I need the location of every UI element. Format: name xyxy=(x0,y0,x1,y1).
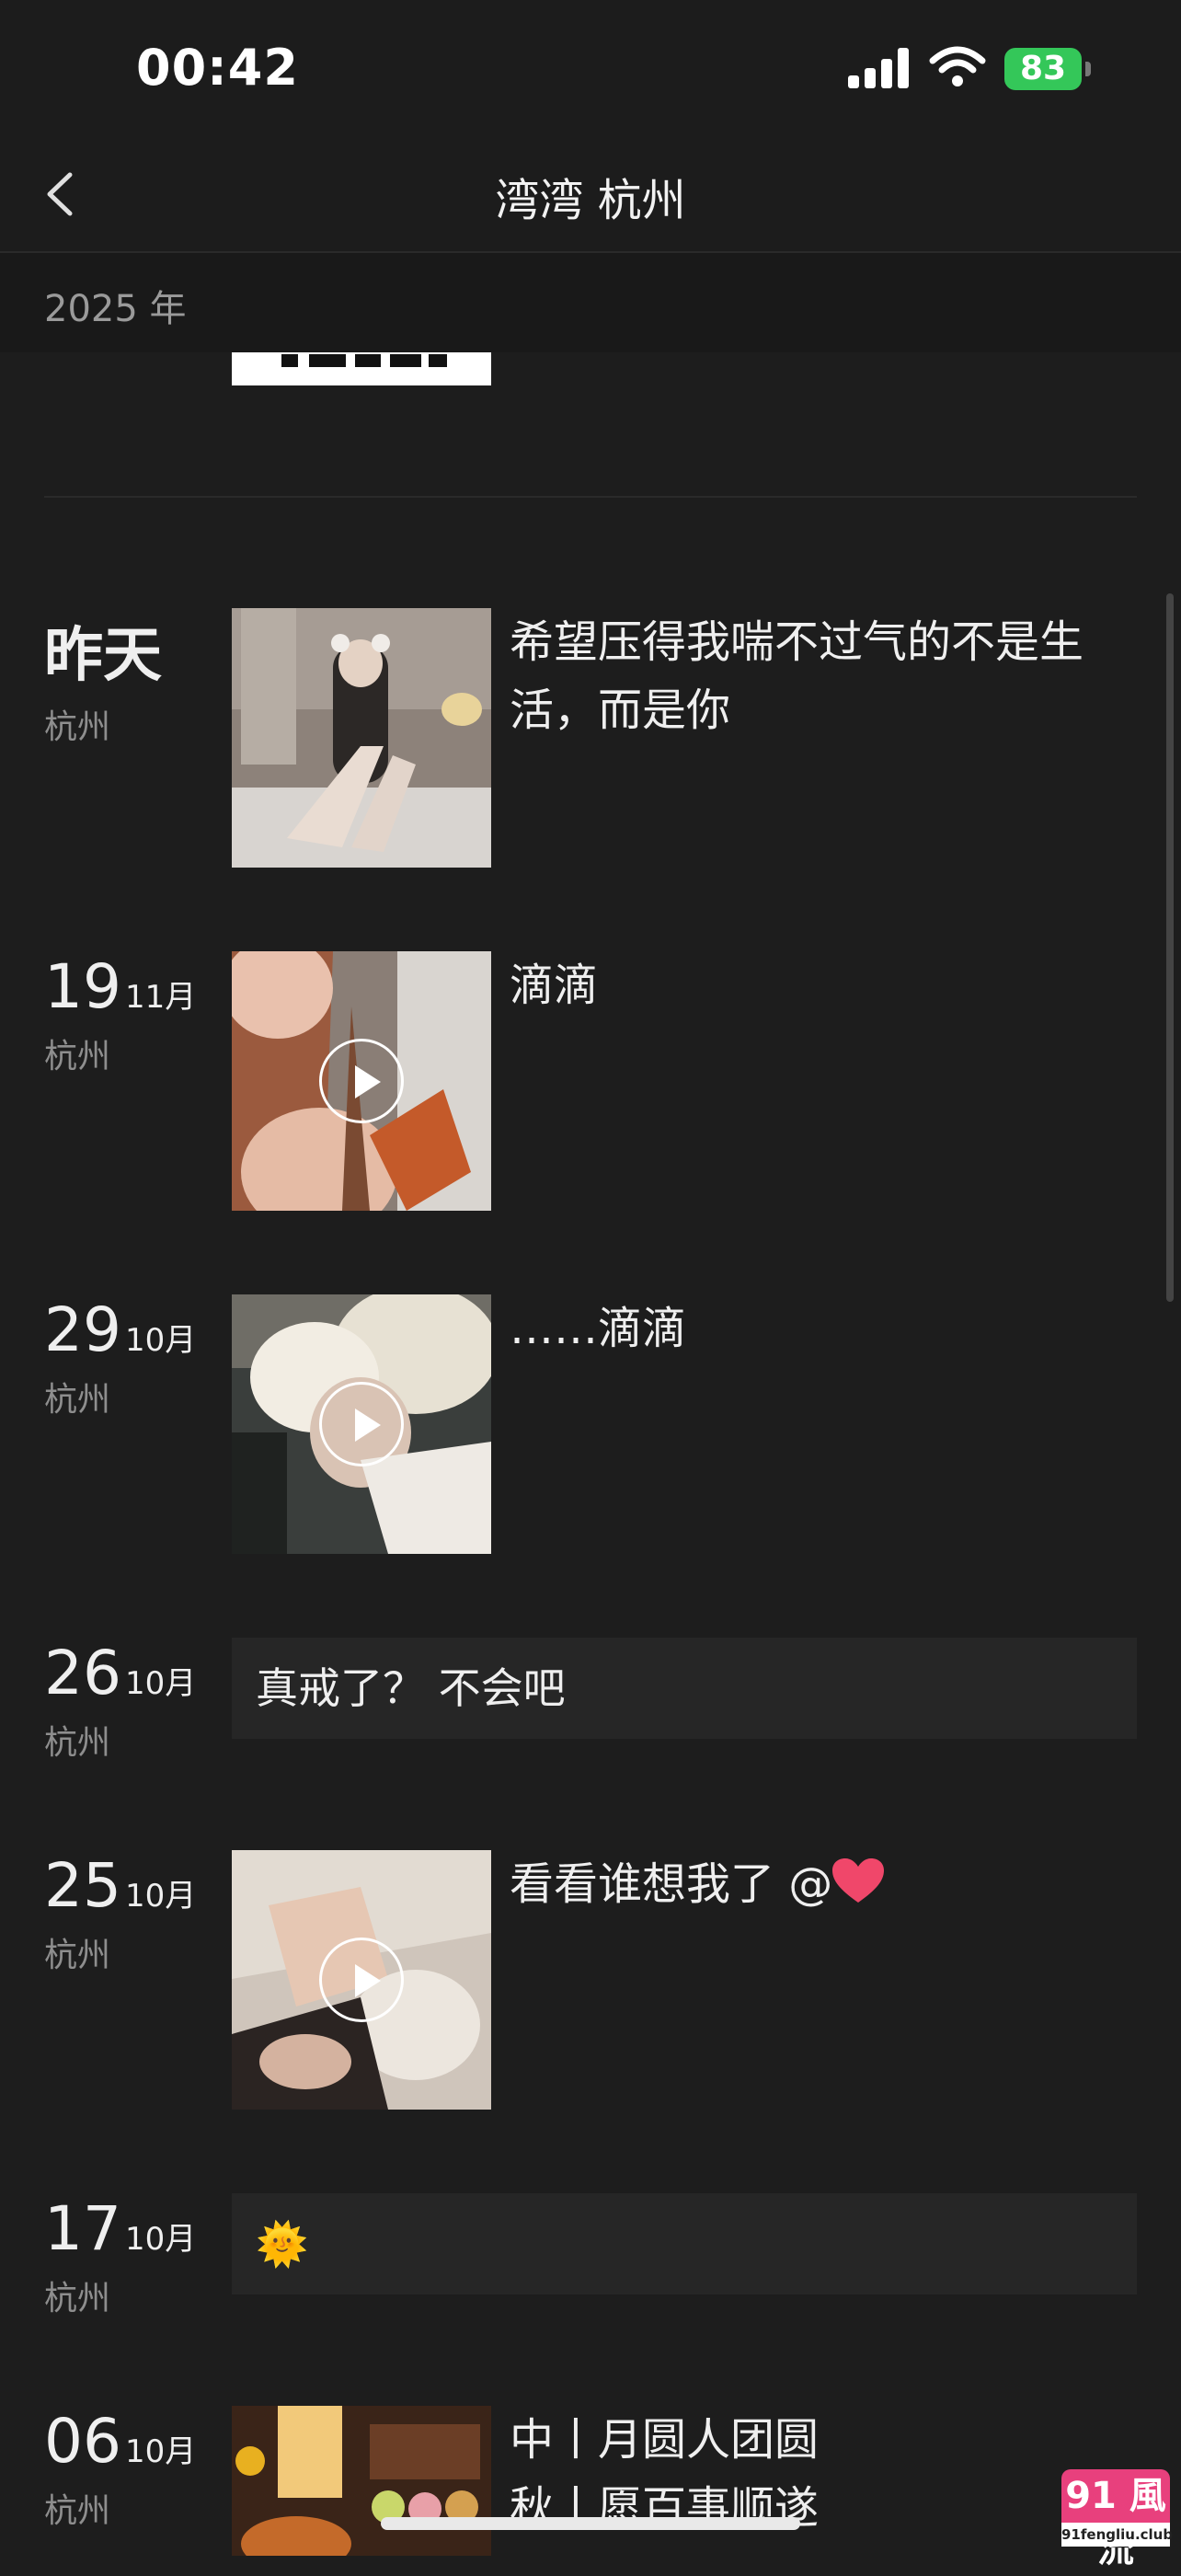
date-day: 昨天 xyxy=(44,622,162,690)
date-column: 19 11月 杭州 xyxy=(44,951,228,1077)
post-caption: 看看谁想我了 @ xyxy=(510,1850,1153,1918)
post-location: 杭州 xyxy=(44,2492,111,2530)
year-label: 2025 年 xyxy=(44,288,187,330)
post-caption-line: 中丨月圆人团圆 xyxy=(510,2414,820,2466)
post-location: 杭州 xyxy=(44,2280,111,2317)
status-time: 00:42 xyxy=(136,39,299,97)
date-day: 17 xyxy=(44,2193,121,2264)
post-thumbnail-partial[interactable] xyxy=(232,352,491,385)
post-caption: 滴滴 xyxy=(510,960,599,1011)
site-watermark-logo: 91 風流 91fengliu.club xyxy=(1061,2469,1173,2570)
date-column: 29 10月 杭州 xyxy=(44,1294,228,1420)
battery-level: 83 xyxy=(1004,48,1082,90)
text-post-card[interactable]: 🌞 xyxy=(232,2193,1137,2294)
wifi-icon xyxy=(929,44,986,88)
post-caption: ……滴滴 xyxy=(510,1303,687,1354)
post-location: 杭州 xyxy=(44,1937,111,1974)
post-video-thumbnail[interactable] xyxy=(232,951,491,1211)
play-icon[interactable] xyxy=(319,1039,404,1123)
post-location: 杭州 xyxy=(44,1724,111,1762)
date-day: 29 xyxy=(44,1294,121,1365)
play-icon[interactable] xyxy=(319,1382,404,1466)
post-video-thumbnail[interactable] xyxy=(232,1850,491,2110)
date-month: 10月 xyxy=(124,2221,197,2258)
post-caption-text: 看看谁想我了 @ xyxy=(510,1858,833,1910)
date-month: 11月 xyxy=(124,979,197,1016)
post-caption-line: 秋丨愿百事顺遂 xyxy=(510,2482,820,2534)
date-month: 10月 xyxy=(124,1878,197,1915)
year-section-header: 2025 年 xyxy=(0,253,1181,352)
date-day: 25 xyxy=(44,1850,121,1921)
date-month: 10月 xyxy=(124,1322,197,1359)
play-icon[interactable] xyxy=(319,1938,404,2022)
signal-icon xyxy=(848,48,911,88)
scrollbar[interactable] xyxy=(1166,593,1174,1302)
watermark-logo-text: 91 風流 xyxy=(1061,2469,1170,2570)
post-video-thumbnail[interactable] xyxy=(232,1294,491,1554)
page-title: 湾湾 杭州 xyxy=(495,175,686,226)
heart-icon xyxy=(832,1856,885,1903)
date-day: 19 xyxy=(44,951,121,1022)
watermark-site-text: 91fengliu.club xyxy=(1061,2523,1173,2547)
nav-bar: 湾湾 杭州 xyxy=(0,138,1181,253)
post-image-thumbnail[interactable] xyxy=(232,608,491,868)
post-location: 杭州 xyxy=(44,1038,111,1075)
home-indicator[interactable] xyxy=(381,2517,800,2530)
date-column: 昨天 杭州 xyxy=(44,608,228,748)
date-column: 17 10月 杭州 xyxy=(44,2193,228,2319)
date-month: 10月 xyxy=(124,2433,197,2470)
post-image-thumbnail[interactable] xyxy=(232,2406,491,2556)
date-column: 25 10月 杭州 xyxy=(44,1850,228,1976)
battery-icon: 83 xyxy=(1004,48,1091,90)
status-bar: 00:42 83 xyxy=(0,0,1181,138)
post-location: 杭州 xyxy=(44,708,111,746)
post-caption: 希望压得我喘不过气的不是生活，而是你 xyxy=(510,616,1084,736)
date-column: 06 10月 杭州 xyxy=(44,2406,228,2532)
date-day: 06 xyxy=(44,2406,121,2477)
post-location: 杭州 xyxy=(44,1381,111,1419)
divider xyxy=(44,496,1137,498)
date-column: 26 10月 杭州 xyxy=(44,1638,228,1764)
date-day: 26 xyxy=(44,1638,121,1708)
date-month: 10月 xyxy=(124,1665,197,1702)
text-post-card[interactable]: 真戒了？ 不会吧 xyxy=(232,1638,1137,1739)
